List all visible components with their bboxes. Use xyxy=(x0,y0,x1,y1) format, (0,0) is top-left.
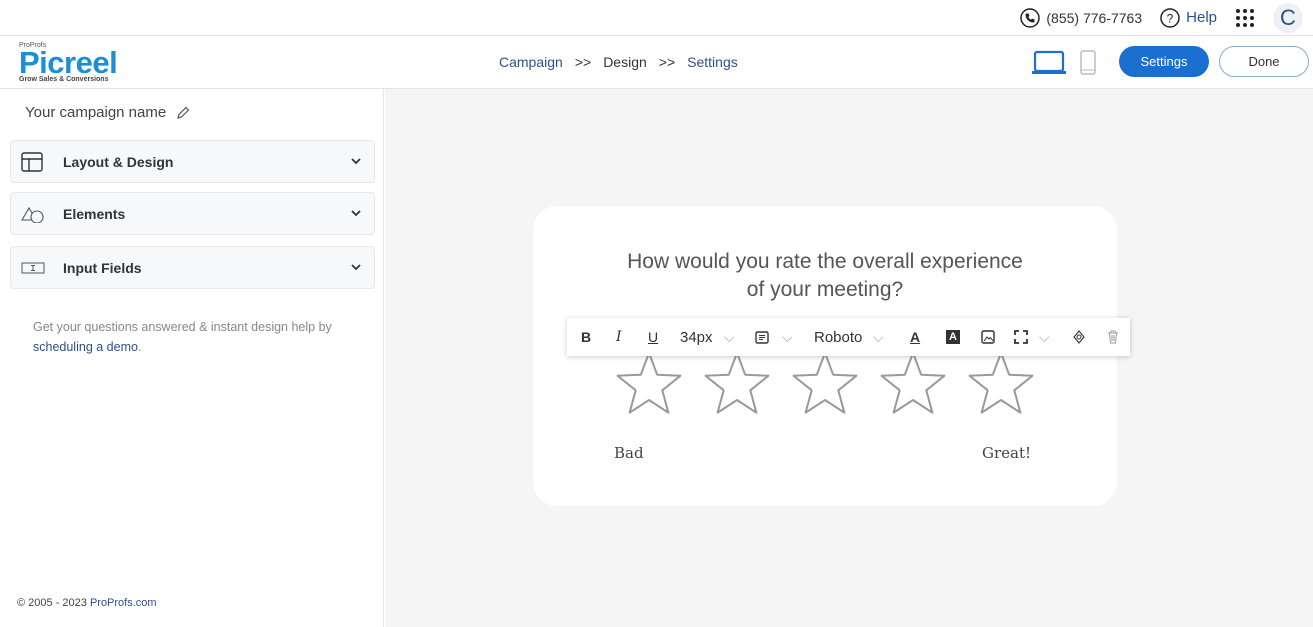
phone-number: (855) 776-7763 xyxy=(1046,9,1143,26)
copyright: © 2005 - 2023 ProProfs.com xyxy=(17,597,157,609)
low-rating-label: Bad xyxy=(614,444,644,462)
align-icon[interactable] xyxy=(755,331,769,344)
top-bar: (855) 776-7763 ? Help C xyxy=(0,0,1313,36)
proprofs-link[interactable]: ProProfs.com xyxy=(90,597,157,609)
question-icon: ? xyxy=(1160,7,1180,28)
help-label: Help xyxy=(1186,9,1217,26)
step-separator: >> xyxy=(574,54,592,70)
star-icon xyxy=(616,352,682,414)
phone-icon xyxy=(1020,7,1041,28)
section-elements[interactable]: Elements xyxy=(10,192,375,235)
step-campaign[interactable]: Campaign xyxy=(499,54,563,70)
section-label: Input Fields xyxy=(63,259,142,276)
section-label: Elements xyxy=(63,205,126,222)
schedule-demo-link[interactable]: scheduling a demo xyxy=(33,340,138,354)
star-icon xyxy=(704,352,770,414)
background-color-button[interactable]: A xyxy=(946,330,960,344)
layout-icon xyxy=(21,151,43,172)
reset-icon[interactable] xyxy=(1072,330,1086,344)
survey-question[interactable]: How would you rate the overall experienc… xyxy=(533,248,1117,304)
chevron-down-icon xyxy=(351,264,361,271)
logo-tagline: Grow Sales & Conversions xyxy=(19,76,109,83)
settings-button[interactable]: Settings xyxy=(1119,46,1209,77)
help-text-body: Get your questions answered & instant de… xyxy=(33,320,332,334)
done-button[interactable]: Done xyxy=(1219,46,1309,77)
chevron-down-icon[interactable]: ⌵ xyxy=(1039,318,1050,356)
apps-grid-icon[interactable] xyxy=(1235,8,1255,28)
italic-button[interactable]: I xyxy=(616,318,622,356)
question-line: of your meeting? xyxy=(746,278,904,301)
mobile-icon[interactable] xyxy=(1080,50,1096,76)
star-icon xyxy=(792,352,858,414)
step-settings[interactable]: Settings xyxy=(687,54,738,70)
header: ProProfs Picreel Grow Sales & Conversion… xyxy=(0,36,1313,89)
section-input-fields[interactable]: Input Fields xyxy=(10,246,375,289)
step-separator: >> xyxy=(658,54,676,70)
image-icon[interactable] xyxy=(981,330,995,344)
input-field-icon xyxy=(21,262,45,273)
picreel-logo[interactable]: ProProfs Picreel Grow Sales & Conversion… xyxy=(19,42,118,83)
section-layout-design[interactable]: Layout & Design xyxy=(10,140,375,183)
rating-star[interactable] xyxy=(879,352,947,419)
bold-button[interactable]: B xyxy=(581,318,591,356)
chevron-down-icon xyxy=(351,210,361,217)
section-label: Layout & Design xyxy=(63,153,174,170)
svg-text:?: ? xyxy=(1167,11,1174,25)
star-icon xyxy=(968,352,1034,414)
copyright-text: © 2005 - 2023 xyxy=(17,597,90,609)
font-family-select[interactable]: Roboto xyxy=(814,318,862,356)
question-line: How would you rate the overall experienc… xyxy=(627,250,1023,273)
step-design[interactable]: Design xyxy=(603,54,647,70)
chevron-down-icon[interactable]: ⌵ xyxy=(873,318,884,356)
logo-name: Picreel xyxy=(19,45,118,80)
trash-icon[interactable] xyxy=(1107,330,1119,344)
font-size-select[interactable]: 34px xyxy=(680,318,713,356)
desktop-icon[interactable] xyxy=(1032,50,1066,76)
rating-star[interactable] xyxy=(967,352,1035,419)
fullscreen-icon[interactable] xyxy=(1014,330,1028,344)
campaign-name[interactable]: Your campaign name xyxy=(25,104,190,121)
chevron-down-icon[interactable]: ⌵ xyxy=(782,318,793,356)
pencil-icon[interactable] xyxy=(176,106,190,120)
chevron-down-icon[interactable]: ⌵ xyxy=(724,318,735,356)
campaign-name-label: Your campaign name xyxy=(25,104,167,121)
text-color-button[interactable]: A xyxy=(910,318,920,356)
high-rating-label: Great! xyxy=(982,444,1032,462)
phone-link[interactable]: (855) 776-7763 xyxy=(1020,7,1143,28)
help-link[interactable]: ? Help xyxy=(1160,7,1217,28)
star-icon xyxy=(880,352,946,414)
chevron-down-icon xyxy=(351,158,361,165)
avatar[interactable]: C xyxy=(1273,2,1303,33)
shapes-icon xyxy=(21,206,44,223)
sidebar: Your campaign name Layout & Design Eleme… xyxy=(0,89,384,627)
help-text-end: . xyxy=(137,340,142,354)
text-format-toolbar: B I U 34px ⌵ ⌵ Roboto ⌵ A A ⌵ xyxy=(567,318,1130,356)
breadcrumb: Campaign >> Design >> Settings xyxy=(499,54,738,70)
rating-star[interactable] xyxy=(791,352,859,419)
help-text: Get your questions answered & instant de… xyxy=(33,317,363,357)
rating-star[interactable] xyxy=(615,352,683,419)
rating-star[interactable] xyxy=(703,352,771,419)
underline-button[interactable]: U xyxy=(648,318,658,356)
